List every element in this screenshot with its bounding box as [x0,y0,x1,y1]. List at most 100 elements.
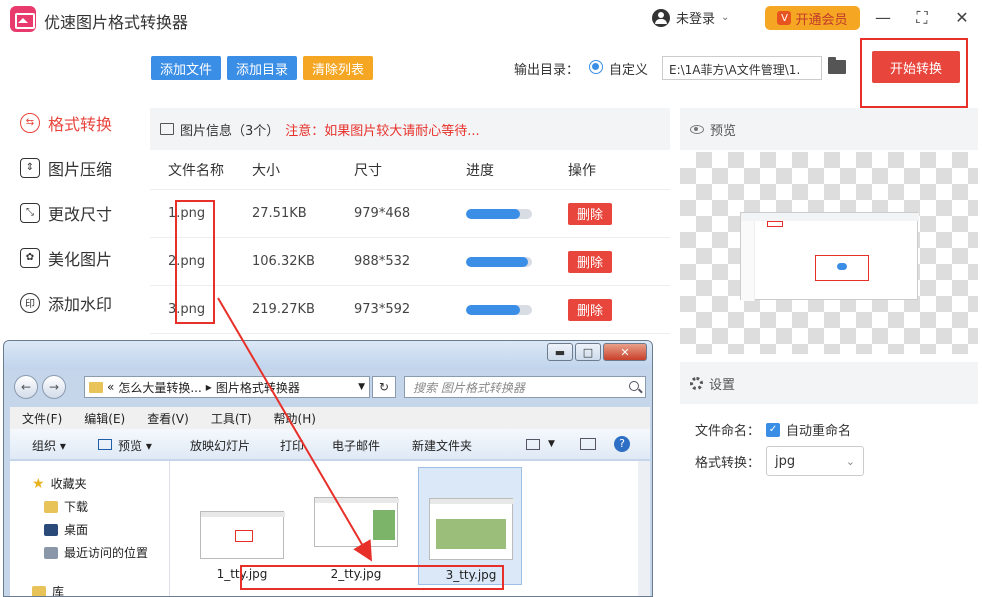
sidebar-item-beautify[interactable]: ✿ 美化图片 [0,235,140,280]
column-header: 进度 [466,162,494,179]
search-icon[interactable] [629,381,639,391]
sidebar-item-watermark[interactable]: 印 添加水印 [0,280,140,325]
vip-icon: V [777,11,792,25]
preview-icon [98,439,112,450]
library-icon [32,585,46,596]
chevron-down-icon[interactable]: ▼ [548,439,555,449]
minimize-icon[interactable]: — [873,8,893,27]
chevron-down-icon[interactable]: ▼ [358,382,365,392]
sidebar-item-label: 格式转换 [48,114,113,134]
explorer-minimize-button[interactable]: ▬ [547,343,573,361]
progress-bar [466,208,532,219]
delete-button[interactable]: 删除 [568,250,612,273]
nav-library[interactable]: 库 [32,583,65,597]
explorer-scrollbar[interactable] [638,461,650,596]
custom-radio[interactable] [589,60,603,74]
address-bar[interactable]: « 怎么大量转换... ▸ 图片格式转换器 ▼ [84,376,370,398]
column-header: 操作 [568,162,596,179]
maximize-icon[interactable]: ⛶ [912,8,932,28]
close-icon[interactable]: ✕ [952,8,972,27]
delete-button[interactable]: 删除 [568,298,612,321]
explorer-close-button[interactable]: ✕ [603,343,647,361]
clear-list-button[interactable]: 清除列表 [303,56,373,80]
column-header: 文件名称 [168,162,224,179]
help-icon[interactable]: ? [614,436,630,452]
settings-header: 设置 [680,362,978,404]
preview-button[interactable]: 预览 ▾ [118,437,152,454]
output-directory-label: 输出目录： [514,63,580,78]
compress-icon: ⇕ [20,157,40,178]
explorer-menu-bar: 文件(F) 编辑(E) 查看(V) 工具(T) 帮助(H) [10,407,650,429]
view-options-icon[interactable] [526,439,540,450]
nav-label: 库 [52,585,65,597]
sidebar-item-label: 更改尺寸 [48,204,113,224]
file-dims-cell: 973*592 [354,302,411,317]
nav-recent[interactable]: 最近访问的位置 [44,544,148,561]
file-thumbnail [314,497,399,547]
sidebar-item-compress[interactable]: ⇕ 图片压缩 [0,145,140,190]
nav-label: 最近访问的位置 [64,546,149,560]
output-path-field[interactable]: E:\1A菲方\A文件管理\1. [662,56,822,80]
folder-icon[interactable] [828,57,846,74]
file-dims-cell: 979*468 [354,206,411,221]
back-arrow-icon[interactable]: ← [14,375,38,399]
refresh-icon[interactable]: ↻ [372,376,396,398]
menu-view[interactable]: 查看(V) [147,410,189,427]
folder-icon [89,381,103,393]
table-row: 2.png 106.32KB 988*532 删除 [150,238,670,286]
explorer-maximize-button[interactable]: □ [575,343,601,361]
settings-title: 设置 [709,377,736,393]
eye-icon [690,124,704,134]
breadcrumb-current[interactable]: 图片格式转换器 [216,379,300,396]
sidebar-item-label: 添加水印 [48,294,113,314]
nav-label: 桌面 [64,523,89,537]
column-header: 尺寸 [354,162,382,179]
preview-pane-icon[interactable] [580,438,596,450]
recent-places-icon [44,546,58,559]
navigation-pane: ★ 收藏夹 下载 桌面 最近访问的位置 库 [10,461,170,597]
new-folder-button[interactable]: 新建文件夹 [412,437,472,454]
app-title: 优速图片格式转换器 [44,13,189,32]
progress-bar [466,256,532,267]
menu-help[interactable]: 帮助(H) [274,410,316,427]
preview-title: 预览 [710,123,737,139]
file-panel-title: 图片信息（3个） [180,123,280,139]
file-size-cell: 27.51KB [252,206,307,221]
add-directory-button[interactable]: 添加目录 [227,56,297,80]
file-thumbnail [429,498,514,560]
user-menu[interactable]: 未登录 ⌄ [652,8,729,27]
slideshow-button[interactable]: 放映幻灯片 [190,437,250,454]
breadcrumb-parent[interactable]: 怎么大量转换... [118,379,201,396]
forward-arrow-icon[interactable]: → [42,375,66,399]
menu-file[interactable]: 文件(F) [22,410,62,427]
menu-tools[interactable]: 工具(T) [211,410,252,427]
search-input[interactable]: 搜索 图片格式转换器 [404,376,646,398]
chevron-down-icon: ⌄ [845,454,856,468]
gear-icon [690,376,703,390]
nav-desktop[interactable]: 桌面 [44,521,88,538]
table-row: 3.png 219.27KB 973*592 删除 [150,286,670,334]
format-select[interactable]: jpg ⌄ [766,446,865,476]
watermark-icon: 印 [20,292,40,313]
auto-rename-checkbox[interactable]: ✓ [766,422,781,437]
delete-button[interactable]: 删除 [568,202,612,225]
nav-downloads[interactable]: 下载 [44,498,88,515]
progress-fill [466,208,521,219]
progress-fill [466,256,529,267]
sidebar-item-resize[interactable]: ⤡ 更改尺寸 [0,190,140,235]
menu-edit[interactable]: 编辑(E) [84,410,125,427]
print-button[interactable]: 打印 [280,437,304,454]
search-placeholder: 搜索 图片格式转换器 [413,380,525,395]
desktop-icon [44,523,58,536]
add-file-button[interactable]: 添加文件 [151,56,221,80]
vip-button[interactable]: V 开通会员 [765,6,860,30]
preview-canvas [680,152,978,354]
organize-button[interactable]: 组织 ▾ [32,437,66,454]
breadcrumb-separator-icon: ▸ [205,380,212,394]
nav-favorites[interactable]: ★ 收藏夹 [32,475,87,492]
email-button[interactable]: 电子邮件 [332,437,380,454]
file-list-panel: 图片信息（3个） 注意：如果图片较大请耐心等待... 文件名称 大小 尺寸 进度… [150,108,670,348]
sidebar-item-format-convert[interactable]: ⇆ 格式转换 [0,100,140,145]
preview-header: 预览 [680,108,978,150]
file-size-cell: 106.32KB [252,254,315,269]
